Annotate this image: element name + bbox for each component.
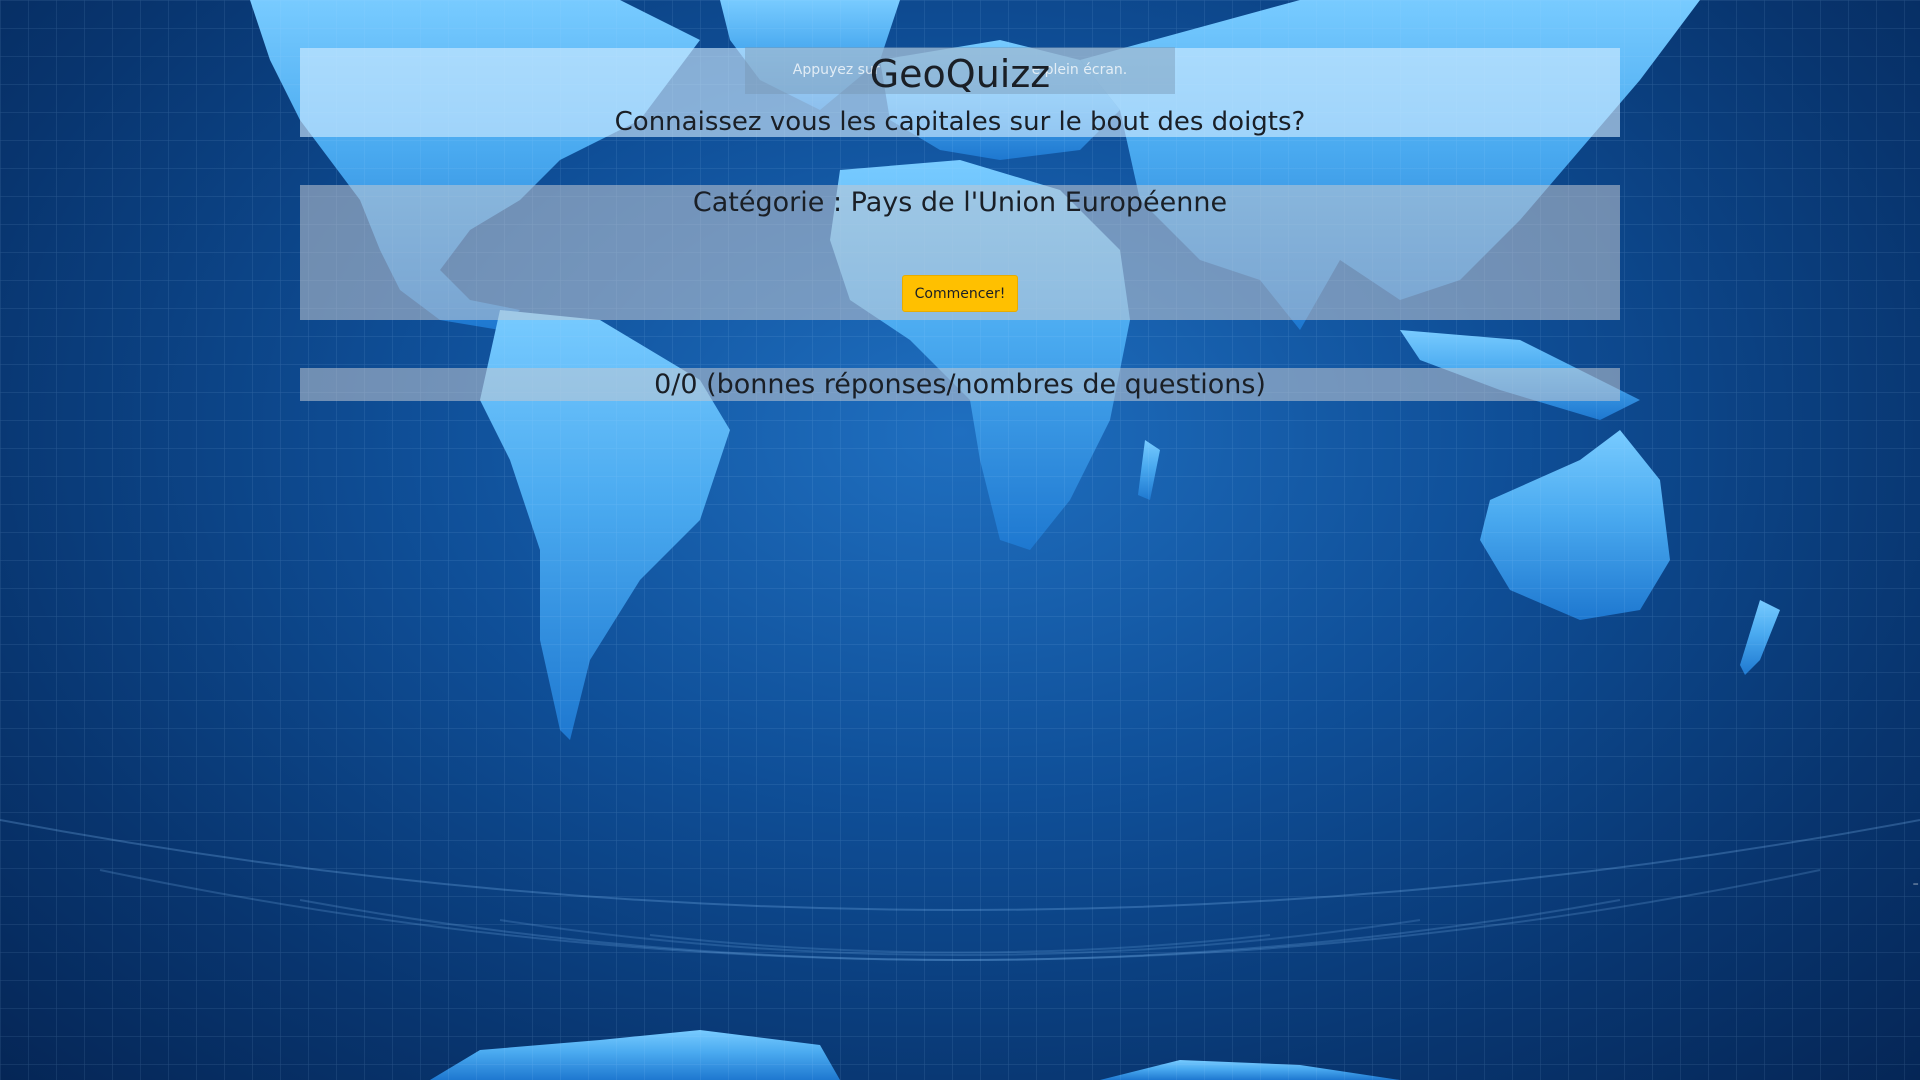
grid-overlay <box>0 0 1920 1080</box>
score-text: 0/0 (bonnes réponses/nombres de question… <box>654 369 1266 400</box>
page-subtitle: Connaissez vous les capitales sur le bou… <box>614 107 1306 137</box>
quiz-page: Appuyez sur e plein écran. GeoQuizz Conna… <box>0 0 1920 1080</box>
page-title: GeoQuizz <box>869 52 1051 96</box>
world-map-background <box>0 0 1920 1080</box>
start-button[interactable]: Commencer! <box>902 275 1018 312</box>
category-label: Catégorie : Pays de l'Union Européenne <box>692 187 1228 218</box>
corner-watermark: ▁ <box>1913 878 1918 885</box>
